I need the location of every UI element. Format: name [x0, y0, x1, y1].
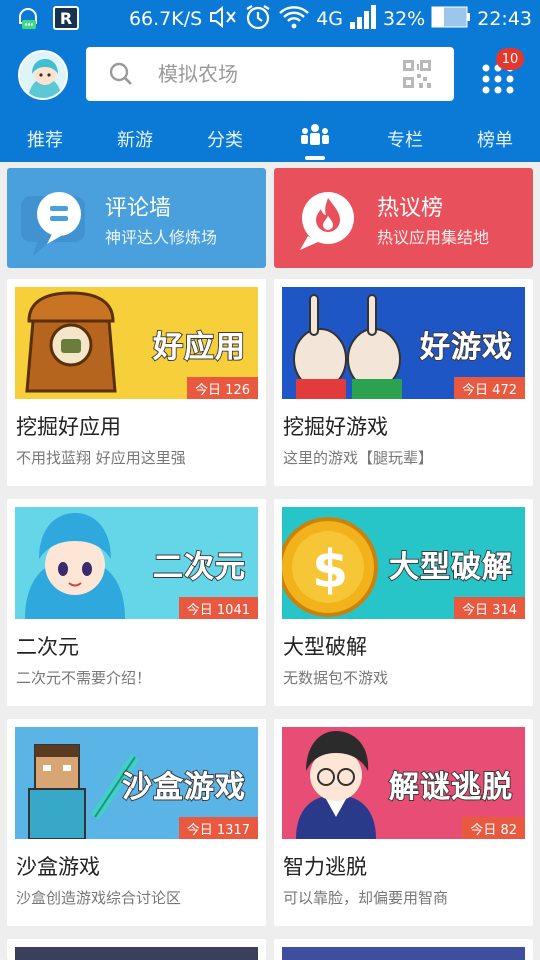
category-card-partial[interactable]: [274, 939, 533, 960]
card-thumbnail: $ 大型破解 今日 314: [282, 507, 525, 619]
card-art-text: 大型破解: [388, 549, 513, 586]
today-count-badge: 今日 82: [462, 817, 525, 839]
tab-recommend[interactable]: 推荐: [0, 116, 90, 162]
banner-title: 热议榜: [377, 196, 444, 221]
category-card-anime[interactable]: 二次元 今日 1041 二次元 二次元不需要介绍！: [7, 499, 266, 706]
notification-icon: [14, 4, 42, 32]
card-art-text: 好游戏: [419, 329, 513, 366]
today-count-badge: 今日 126: [187, 377, 258, 399]
tab-new-games[interactable]: 新游: [90, 116, 180, 162]
card-title: 二次元: [16, 635, 79, 659]
flame-icon: [288, 180, 364, 264]
notification-badge: 10: [496, 48, 524, 70]
card-thumbnail: [282, 947, 525, 960]
comment-bubble-icon: [19, 182, 91, 264]
r-app-icon: R: [52, 4, 80, 32]
avatar[interactable]: [18, 50, 68, 100]
search-icon: [108, 61, 134, 91]
card-description: 不用找蓝翔 好应用这里强: [16, 449, 186, 467]
card-thumbnail: 二次元 今日 1041: [15, 507, 258, 619]
clock: 22:43: [477, 8, 532, 30]
app-header: 10 推荐 新游 分类 专栏 榜单: [0, 38, 540, 162]
tab-categories[interactable]: 分类: [180, 116, 270, 162]
card-thumbnail: 沙盒游戏 今日 1317: [15, 727, 258, 839]
today-count-badge: 今日 1317: [178, 817, 258, 839]
card-thumbnail: 好应用 今日 126: [15, 287, 258, 399]
today-count-badge: 今日 472: [454, 377, 525, 399]
search-bar[interactable]: [86, 47, 454, 101]
network-speed: 66.7K/S: [128, 8, 203, 30]
card-title: 挖掘好游戏: [283, 415, 388, 439]
banner-title: 评论墙: [105, 196, 172, 221]
card-thumbnail: 解谜逃脱 今日 82: [282, 727, 525, 839]
card-title: 挖掘好应用: [16, 415, 121, 439]
tab-rankings[interactable]: 榜单: [450, 116, 540, 162]
battery-percent: 32%: [383, 8, 426, 30]
battery-icon: [431, 6, 471, 33]
banner-subtitle: 热议应用集结地: [377, 228, 490, 247]
card-thumbnail: 好游戏 今日 472: [282, 287, 525, 399]
search-input[interactable]: [158, 57, 378, 91]
card-description: 二次元不需要介绍！: [16, 669, 152, 687]
card-description: 这里的游戏【腿玩辈】: [283, 449, 434, 467]
tab-bar: 推荐 新游 分类 专栏 榜单: [0, 116, 540, 162]
wifi-icon: [278, 4, 310, 35]
network-type: 4G: [316, 8, 343, 30]
card-title: 沙盒游戏: [16, 855, 100, 879]
card-thumbnail: [15, 947, 258, 960]
banner-subtitle: 神评达人修炼场: [105, 228, 218, 247]
card-title: 大型破解: [283, 635, 367, 659]
comment-wall-banner[interactable]: 评论墙 神评达人修炼场: [7, 168, 266, 268]
card-art-text: 沙盒游戏: [121, 769, 246, 806]
qr-code-icon[interactable]: [402, 59, 432, 93]
category-card-partial[interactable]: [7, 939, 266, 960]
card-description: 无数据包不游戏: [283, 669, 389, 687]
tab-community[interactable]: [270, 116, 360, 162]
today-count-badge: 今日 1041: [178, 597, 258, 619]
card-description: 沙盒创造游戏综合讨论区: [16, 889, 182, 907]
alarm-icon: [244, 3, 272, 36]
community-icon: [300, 123, 330, 156]
tab-columns[interactable]: 专栏: [360, 116, 450, 162]
today-count-badge: 今日 314: [454, 597, 525, 619]
category-card-good-apps[interactable]: 好应用 今日 126 挖掘好应用 不用找蓝翔 好应用这里强: [7, 279, 266, 486]
card-title: 智力逃脱: [283, 855, 367, 879]
category-card-good-games[interactable]: 好游戏 今日 472 挖掘好游戏 这里的游戏【腿玩辈】: [274, 279, 533, 486]
status-bar: R 66.7K/S 4G 32% 22:43: [0, 0, 540, 38]
mute-icon: [208, 4, 238, 35]
svg-text:$: $: [312, 540, 348, 600]
category-card-puzzle-escape[interactable]: 解谜逃脱 今日 82 智力逃脱 可以靠脸，却偏要用智商: [274, 719, 533, 926]
category-card-cracked-games[interactable]: $ 大型破解 今日 314 大型破解 无数据包不游戏: [274, 499, 533, 706]
card-art-text: 二次元: [152, 549, 246, 586]
category-card-sandbox[interactable]: 沙盒游戏 今日 1317 沙盒游戏 沙盒创造游戏综合讨论区: [7, 719, 266, 926]
card-art-text: 好应用: [152, 329, 246, 366]
card-art-text: 解谜逃脱: [388, 769, 513, 806]
hot-topics-banner[interactable]: 热议榜 热议应用集结地: [274, 168, 533, 268]
card-description: 可以靠脸，却偏要用智商: [283, 889, 449, 907]
signal-icon: [349, 4, 377, 35]
